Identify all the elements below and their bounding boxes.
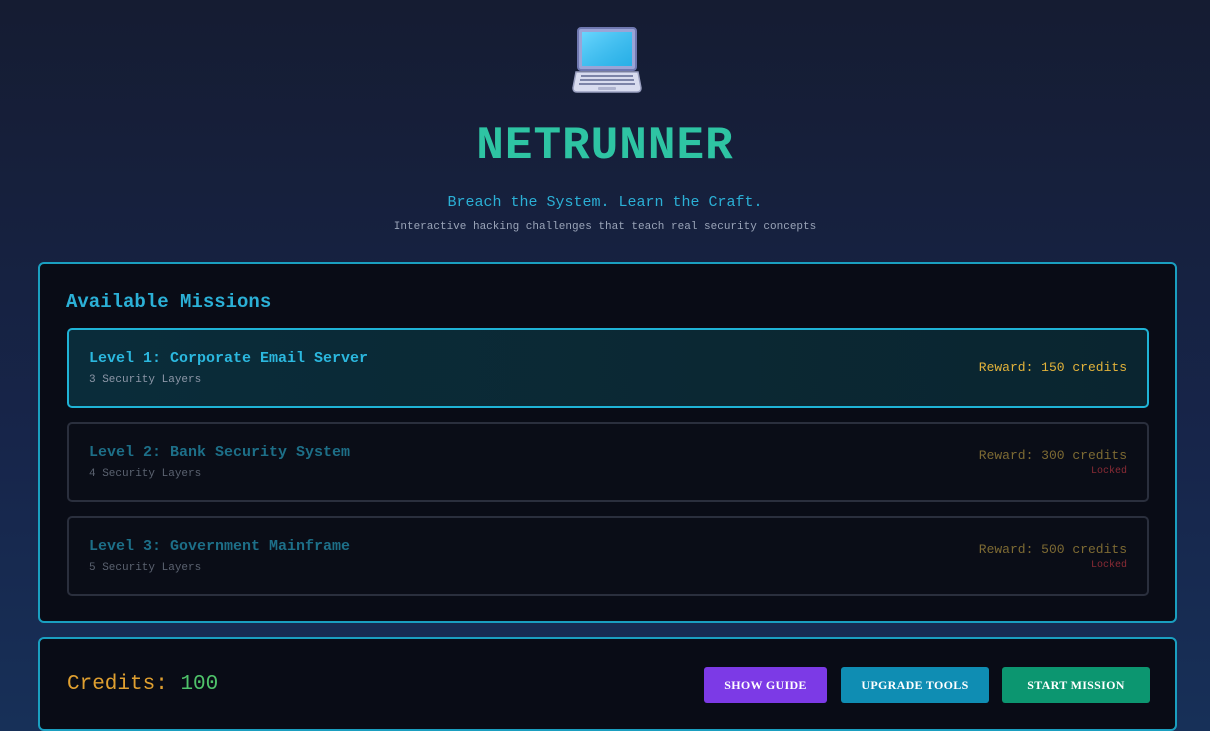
mission-name: Level 1: Corporate Email Server <box>89 350 369 367</box>
mission-name: Level 2: Bank Security System <box>89 444 351 461</box>
show-guide-button[interactable]: SHOW GUIDE <box>704 667 827 703</box>
missions-heading: Available Missions <box>66 291 272 313</box>
mission-card-level-3[interactable]: Level 3: Government Mainframe 5 Security… <box>67 516 1149 596</box>
mission-name: Level 3: Government Mainframe <box>89 538 351 555</box>
mission-layers: 3 Security Layers <box>89 374 202 386</box>
mission-card-level-1[interactable]: Level 1: Corporate Email Server 3 Securi… <box>67 328 1149 408</box>
mission-layers: 5 Security Layers <box>89 562 202 574</box>
credits-value: 100 <box>180 673 219 696</box>
action-bar: Credits: 100 SHOW GUIDE UPGRADE TOOLS ST… <box>38 637 1177 731</box>
start-mission-button[interactable]: START MISSION <box>1002 667 1150 703</box>
missions-panel: Available Missions Level 1: Corporate Em… <box>38 262 1177 623</box>
locked-status: Locked <box>1090 466 1127 477</box>
laptop-icon <box>572 26 642 96</box>
mission-reward: Reward: 500 credits <box>978 542 1127 557</box>
credits-label: Credits: <box>67 673 168 696</box>
locked-status: Locked <box>1090 560 1127 571</box>
mission-card-level-2[interactable]: Level 2: Bank Security System 4 Security… <box>67 422 1149 502</box>
tagline: Breach the System. Learn the Craft. <box>447 194 763 211</box>
mission-layers: 4 Security Layers <box>89 468 202 480</box>
subtagline: Interactive hacking challenges that teac… <box>393 221 817 233</box>
mission-reward: Reward: 150 credits <box>978 360 1127 375</box>
credits-display: Credits: 100 <box>67 673 218 696</box>
mission-reward: Reward: 300 credits <box>978 448 1127 463</box>
upgrade-tools-button[interactable]: UPGRADE TOOLS <box>841 667 989 703</box>
page-title: NETRUNNER <box>476 120 734 172</box>
